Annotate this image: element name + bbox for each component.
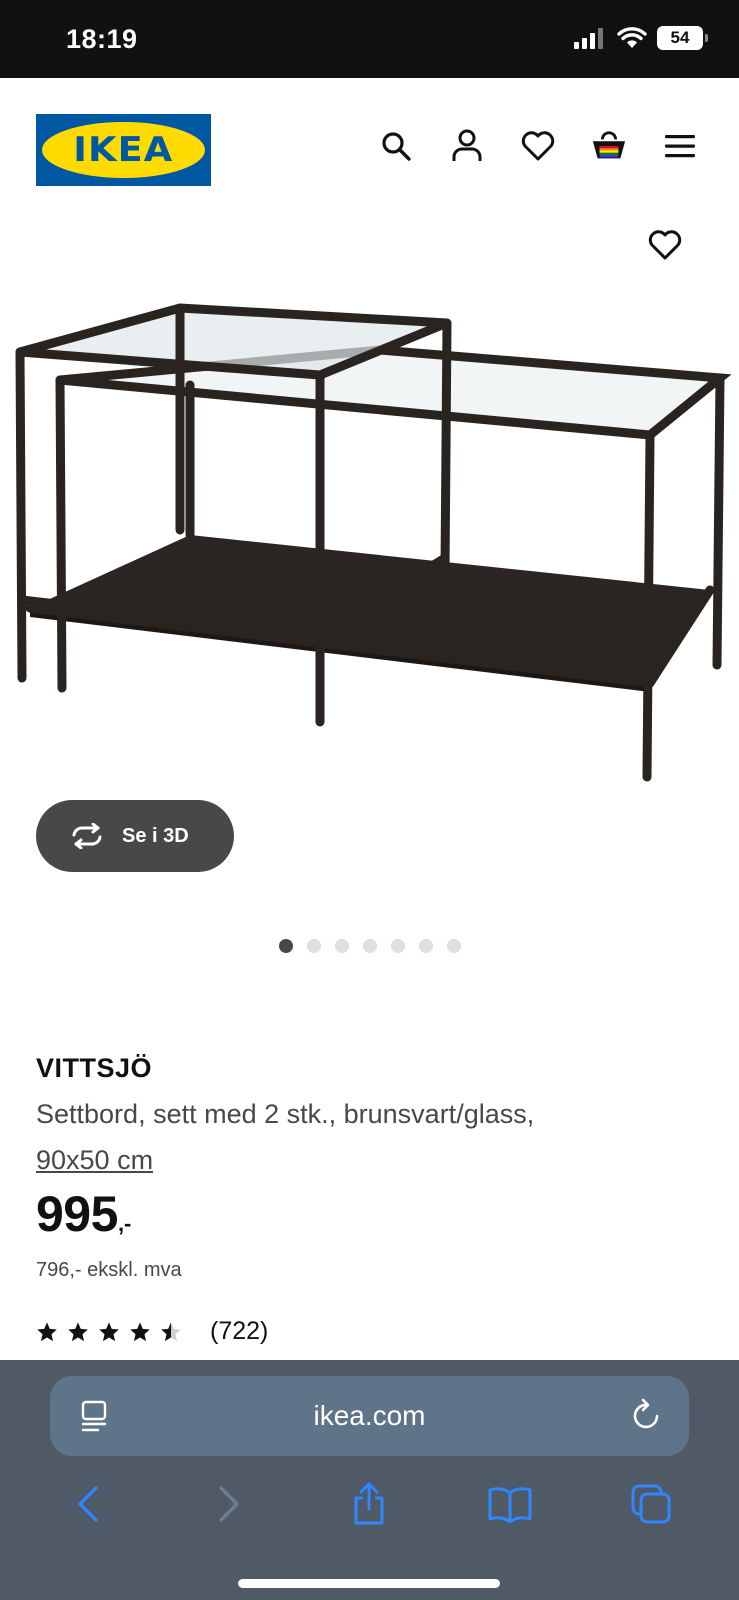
rotate-3d-icon: [72, 823, 102, 849]
wifi-icon: [617, 27, 647, 48]
product-price: 995,-: [36, 1185, 131, 1243]
favourite-icon[interactable]: [648, 230, 688, 270]
status-icons: 54: [573, 26, 708, 50]
heart-icon[interactable]: [520, 128, 556, 164]
carousel-dot[interactable]: [334, 939, 349, 953]
share-icon[interactable]: [343, 1478, 395, 1530]
product-size-link[interactable]: 90x50 cm: [36, 1145, 153, 1175]
cellular-signal-icon: [574, 28, 603, 49]
star-full-icon: [99, 1321, 119, 1341]
header-actions: [378, 128, 698, 164]
view-3d-label: Se i 3D: [122, 824, 189, 847]
product-rating[interactable]: (722): [36, 1317, 268, 1346]
status-bar: 18:19 54: [0, 0, 739, 78]
product-image[interactable]: [0, 290, 739, 810]
battery-icon: 54: [657, 26, 708, 50]
rating-count: (722): [210, 1317, 269, 1345]
basket-icon[interactable]: [591, 128, 627, 164]
star-full-icon: [37, 1321, 57, 1341]
reload-icon[interactable]: [631, 1398, 663, 1432]
star-full-icon: [130, 1321, 150, 1341]
price-suffix: ,-: [117, 1211, 132, 1236]
reader-icon[interactable]: [80, 1400, 108, 1432]
browser-toolbar: [0, 1478, 739, 1530]
status-time: 18:19: [66, 24, 138, 54]
price-amount: 995: [36, 1186, 118, 1242]
product-name: VITTSJÖ: [36, 1053, 153, 1083]
star-half-icon: [161, 1321, 181, 1341]
browser-bottom-bar: ikea.com: [0, 1360, 739, 1600]
product-description-text: Settbord, sett med 2 stk., brunsvart/gla…: [36, 1099, 535, 1129]
carousel-dot[interactable]: [446, 939, 461, 953]
search-icon[interactable]: [378, 128, 414, 164]
logo-text: IKEA: [73, 130, 174, 170]
address-bar[interactable]: ikea.com: [50, 1376, 689, 1456]
home-indicator: [238, 1579, 500, 1588]
url-text: ikea.com: [313, 1400, 426, 1431]
account-icon[interactable]: [449, 128, 485, 164]
forward-icon[interactable]: [203, 1478, 255, 1530]
star-full-icon: [68, 1321, 88, 1341]
carousel-dot[interactable]: [306, 939, 321, 953]
menu-icon[interactable]: [662, 128, 698, 164]
back-icon[interactable]: [62, 1478, 114, 1530]
carousel-dot[interactable]: [418, 939, 433, 953]
ikea-logo[interactable]: IKEA: [36, 114, 211, 186]
logo-oval: IKEA: [42, 122, 205, 178]
carousel-dot[interactable]: [390, 939, 405, 953]
rating-stars: [36, 1321, 182, 1343]
view-3d-button[interactable]: Se i 3D: [36, 800, 234, 872]
carousel-dot[interactable]: [362, 939, 377, 953]
price-ex-vat: 796,- ekskl. mva: [36, 1259, 182, 1281]
carousel-dot[interactable]: [278, 939, 293, 953]
bookmarks-icon[interactable]: [484, 1478, 536, 1530]
tabs-icon[interactable]: [625, 1478, 677, 1530]
carousel-dots: [0, 939, 739, 953]
product-description: Settbord, sett med 2 stk., brunsvart/gla…: [36, 1091, 696, 1183]
